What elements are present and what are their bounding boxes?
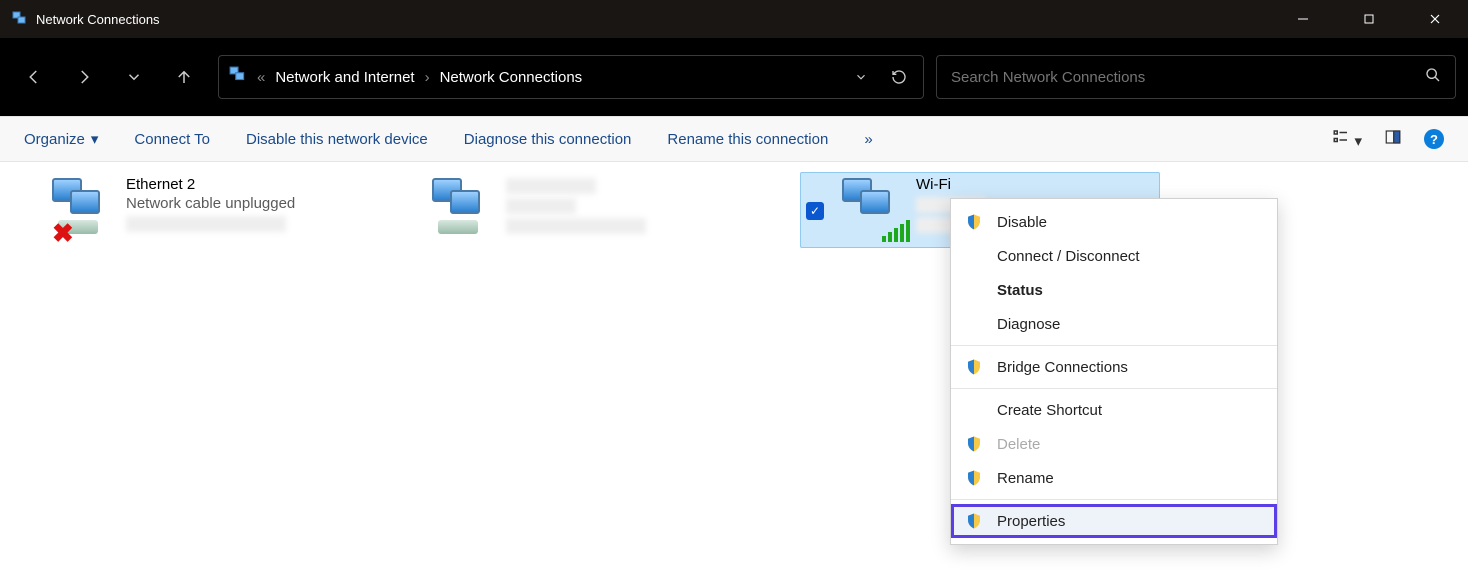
address-bar[interactable]: « Network and Internet › Network Connect… [218,55,924,99]
organize-menu[interactable]: Organize ▾ [24,130,98,148]
ctx-properties[interactable]: Properties [951,504,1277,538]
breadcrumb-item[interactable]: Network and Internet [275,69,414,86]
adapter-name: Ethernet 2 [126,176,295,193]
diagnose-connection-button[interactable]: Diagnose this connection [464,131,632,148]
shield-icon [965,213,983,231]
connect-to-button[interactable]: Connect To [134,131,210,148]
view-options-button[interactable]: ▾ [1332,128,1362,150]
ctx-diagnose[interactable]: Diagnose [951,307,1277,341]
adapter-icon [424,176,496,244]
ctx-status[interactable]: Status [951,273,1277,307]
ctx-disable[interactable]: Disable [951,205,1277,239]
ctx-delete: Delete [951,427,1277,461]
search-icon[interactable] [1425,67,1441,87]
location-icon [229,66,247,88]
shield-icon [965,512,983,530]
close-button[interactable] [1402,0,1468,38]
ctx-separator [951,345,1277,346]
context-menu: Disable Connect / Disconnect Status Diag… [950,198,1278,545]
main-content: ✖ Ethernet 2 Network cable unplugged ✓ [0,162,1468,574]
preview-pane-button[interactable] [1384,128,1402,150]
up-button[interactable] [162,55,206,99]
shield-icon [965,435,983,453]
title-bar: Network Connections [0,0,1468,38]
shield-icon [965,358,983,376]
recent-locations-button[interactable] [112,55,156,99]
selected-check-icon: ✓ [806,202,824,220]
adapter-status-redacted [506,198,576,214]
forward-button[interactable] [62,55,106,99]
adapter-item-ethernet2[interactable]: ✖ Ethernet 2 Network cable unplugged [40,172,400,248]
adapter-icon [834,176,906,244]
adapter-name: Wi-Fi [916,176,986,193]
help-button[interactable]: ? [1424,129,1444,149]
ctx-create-shortcut[interactable]: Create Shortcut [951,393,1277,427]
adapter-status: Network cable unplugged [126,195,295,212]
adapter-item-redacted[interactable] [420,172,780,248]
shield-icon [965,469,983,487]
ctx-rename[interactable]: Rename [951,461,1277,495]
back-button[interactable] [12,55,56,99]
refresh-button[interactable] [885,63,913,91]
maximize-button[interactable] [1336,0,1402,38]
search-box[interactable] [936,55,1456,99]
rename-connection-button[interactable]: Rename this connection [667,131,828,148]
adapter-icon: ✖ [44,176,116,244]
window-title: Network Connections [36,12,160,27]
breadcrumb-separator: › [425,69,430,86]
minimize-button[interactable] [1270,0,1336,38]
wifi-signal-icon [882,220,910,242]
nav-row: « Network and Internet › Network Connect… [0,38,1468,116]
address-dropdown-button[interactable] [847,63,875,91]
ctx-separator [951,499,1277,500]
disable-device-button[interactable]: Disable this network device [246,131,428,148]
search-input[interactable] [951,69,1425,86]
chevron-down-icon: ▾ [91,130,99,148]
ctx-separator [951,388,1277,389]
adapter-name-redacted [506,178,596,194]
command-overflow-button[interactable]: » [864,131,872,148]
ctx-connect-disconnect[interactable]: Connect / Disconnect [951,239,1277,273]
adapter-device-name-redacted [126,216,286,232]
breadcrumb-overflow[interactable]: « [257,69,265,86]
command-bar: Organize ▾ Connect To Disable this netwo… [0,116,1468,162]
unplugged-icon: ✖ [52,218,74,249]
app-icon [12,11,28,27]
breadcrumb-item[interactable]: Network Connections [440,69,583,86]
ctx-bridge-connections[interactable]: Bridge Connections [951,350,1277,384]
adapter-device-name-redacted [506,218,646,234]
